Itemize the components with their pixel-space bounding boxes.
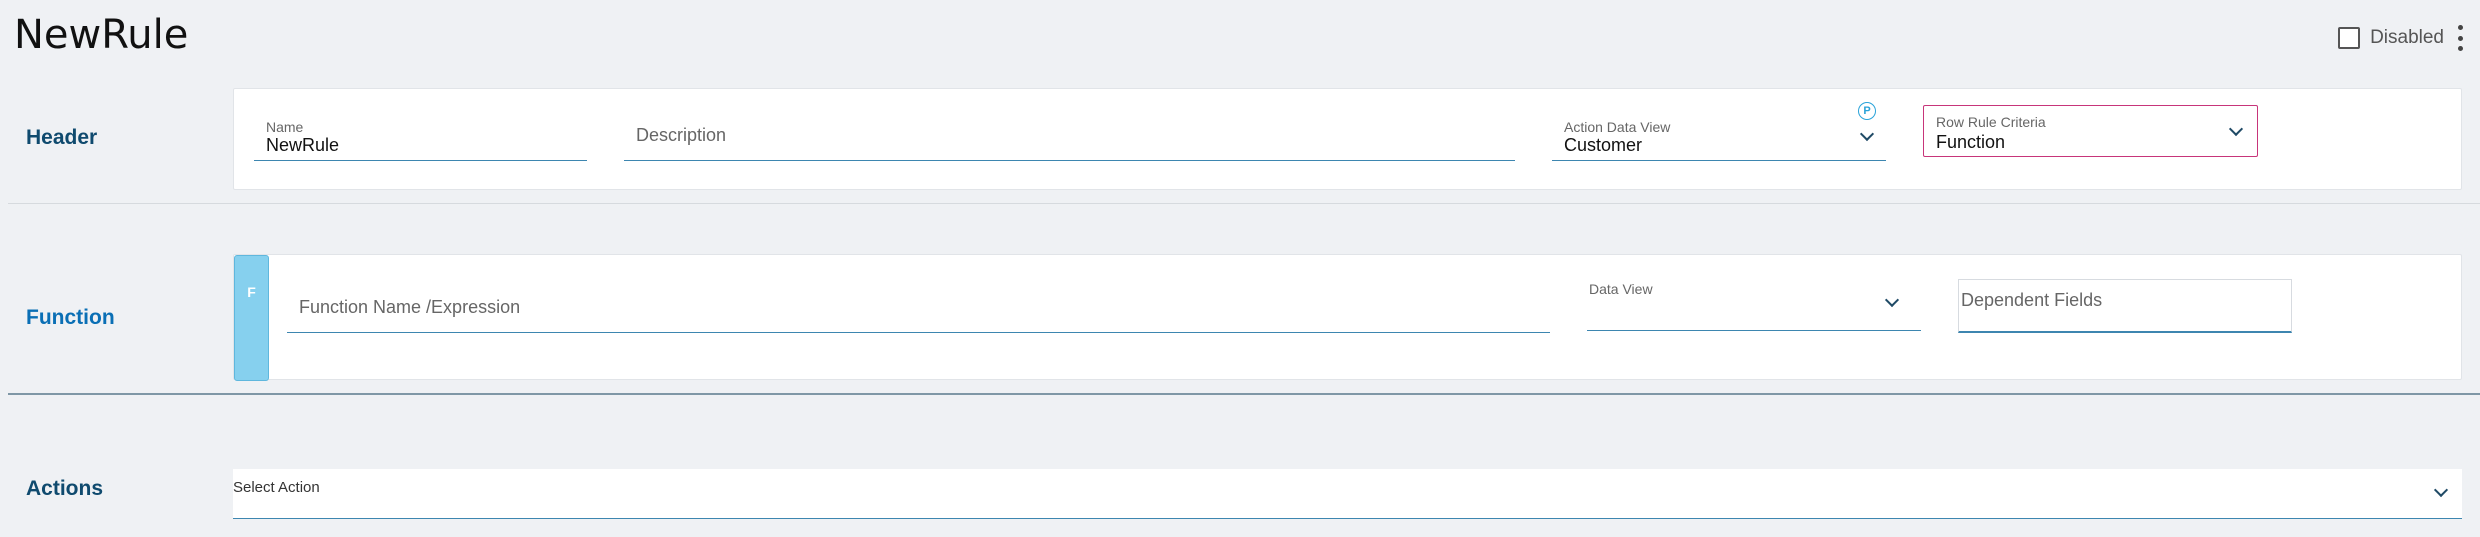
- action-data-view-select[interactable]: Action Data View Customer: [1552, 113, 1886, 161]
- name-field-label: Name: [266, 119, 304, 135]
- disabled-checkbox[interactable]: [2338, 27, 2361, 49]
- function-tab[interactable]: F: [234, 255, 269, 381]
- section-label-actions: Actions: [26, 477, 104, 500]
- page-title: NewRule: [14, 12, 189, 58]
- action-data-view-label: Action Data View: [1564, 119, 1671, 135]
- chevron-down-icon: [1859, 126, 1875, 142]
- name-field[interactable]: Name NewRule: [254, 113, 587, 161]
- row-rule-criteria-select[interactable]: Row Rule Criteria Function: [1923, 105, 2258, 157]
- function-name-placeholder: Function Name /Expression: [299, 297, 521, 317]
- chevron-down-icon: [2433, 482, 2449, 498]
- section-divider: [8, 203, 2480, 204]
- top-right-controls: Disabled: [2338, 24, 2464, 52]
- chevron-down-icon: [1884, 292, 1900, 308]
- disabled-label: Disabled: [2370, 27, 2444, 48]
- action-data-view-value: Customer: [1564, 135, 1643, 155]
- row-rule-criteria-label: Row Rule Criteria: [1936, 114, 2046, 130]
- p-badge-icon[interactable]: P: [1858, 102, 1876, 120]
- section-label-function: Function: [26, 306, 115, 329]
- name-field-value: NewRule: [266, 135, 340, 155]
- description-placeholder: Description: [636, 125, 727, 145]
- header-card: Name NewRule Description Action Data Vie…: [233, 88, 2462, 190]
- data-view-select[interactable]: Data View: [1587, 279, 1921, 331]
- section-label-header: Header: [26, 126, 98, 149]
- data-view-label: Data View: [1589, 281, 1653, 297]
- function-name-input[interactable]: Function Name /Expression: [287, 283, 1550, 333]
- dependent-fields-placeholder: Dependent Fields: [1961, 290, 2103, 310]
- select-action-dropdown[interactable]: Select Action: [233, 469, 2462, 519]
- section-divider-strong: [8, 393, 2480, 395]
- description-field[interactable]: Description: [624, 113, 1515, 161]
- select-action-placeholder: Select Action: [233, 479, 320, 496]
- row-rule-criteria-value: Function: [1936, 132, 2006, 152]
- kebab-menu-icon[interactable]: [2456, 25, 2464, 51]
- dependent-fields-input[interactable]: Dependent Fields: [1958, 279, 2292, 333]
- chevron-down-icon: [2228, 121, 2244, 137]
- function-card: F Function Name /Expression Data View De…: [233, 254, 2462, 381]
